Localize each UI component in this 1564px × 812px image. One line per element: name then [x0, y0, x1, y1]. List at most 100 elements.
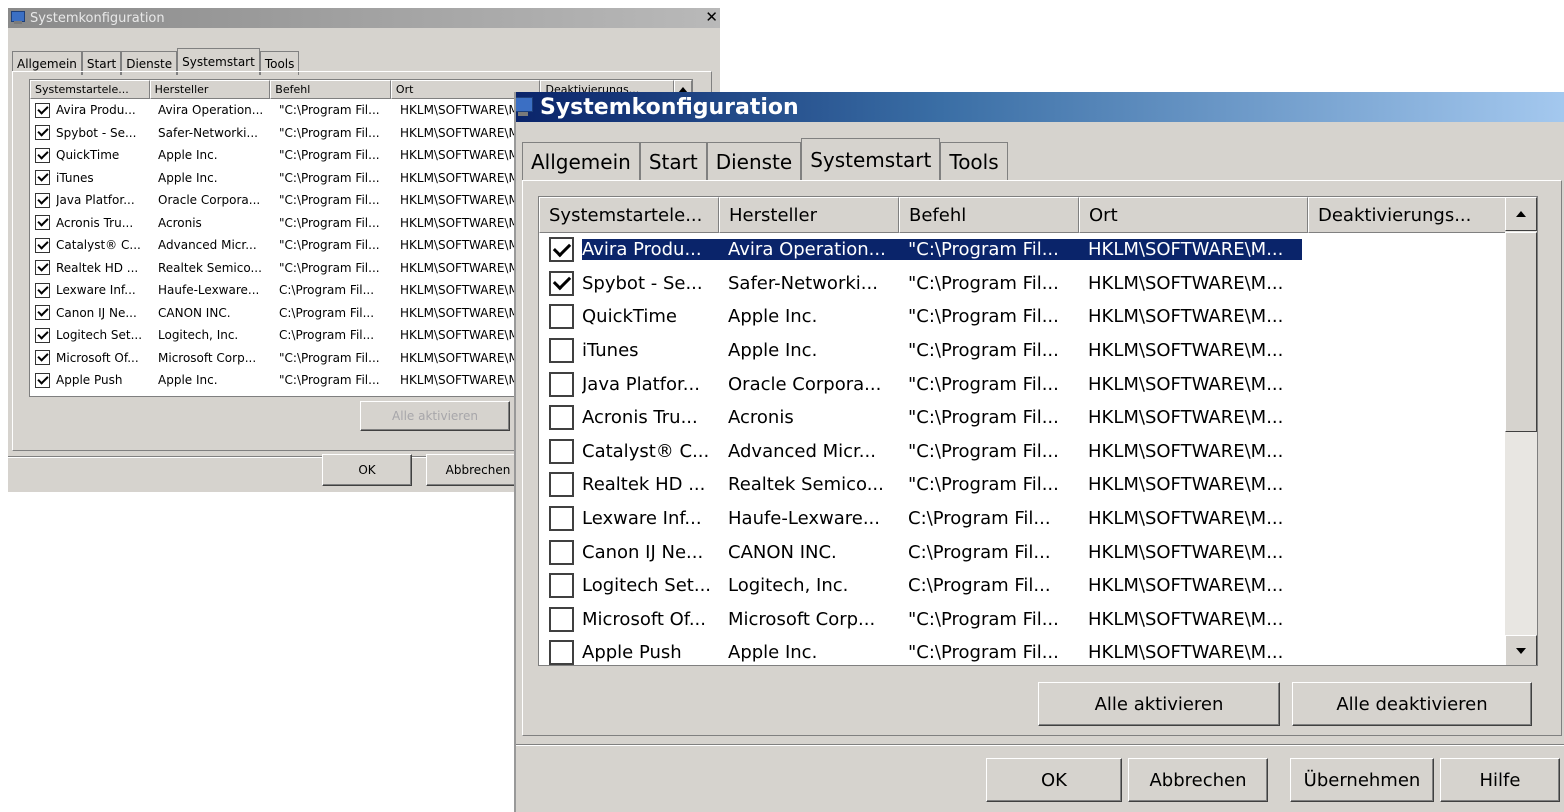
scroll-up-button[interactable]	[1505, 197, 1537, 231]
enable-checkbox[interactable]	[549, 573, 574, 599]
tab-allgemein[interactable]: Allgemein	[522, 142, 640, 180]
startup-row[interactable]: Avira Produ... Avira Operation... "C:\Prog…	[539, 233, 1537, 267]
startup-row[interactable]: Realtek HD ... Realtek Semico... "C:\Progr…	[539, 468, 1537, 502]
command-cell: "C:\Program Fil...	[908, 340, 1059, 362]
small-enable-checkbox[interactable]	[35, 305, 50, 321]
small-enable-checkbox[interactable]	[35, 350, 50, 366]
col-startup-item[interactable]: Systemstartele...	[539, 197, 719, 233]
small-manufacturer-cell: Apple Inc.	[158, 170, 218, 185]
small-enable-checkbox[interactable]	[35, 147, 50, 163]
startup-row[interactable]: Spybot - Se... Safer-Networki... "C:\Progr…	[539, 267, 1537, 301]
small-enable-checkbox[interactable]	[35, 170, 50, 186]
col-command[interactable]: Befehl	[899, 197, 1079, 233]
scroll-thumb[interactable]	[1505, 232, 1537, 432]
disable-all-button[interactable]: Alle deaktivieren	[1292, 682, 1532, 726]
enable-checkbox[interactable]	[549, 405, 574, 431]
startup-item-name: Catalyst® C...	[582, 440, 710, 462]
large-dialog-window: Systemkonfiguration Allgemein Start Dien…	[516, 92, 1564, 812]
vertical-scrollbar[interactable]	[1505, 197, 1537, 665]
small-enable-checkbox[interactable]	[35, 282, 50, 298]
startup-item-name: Apple Push	[582, 642, 682, 664]
check-mark-icon	[36, 103, 49, 115]
col-location[interactable]: Ort	[1079, 197, 1308, 233]
startup-item-name: Lexware Inf...	[582, 508, 702, 530]
startup-row[interactable]: Microsoft Of... Microsoft Corp... "C:\Prog…	[539, 603, 1537, 637]
enable-all-button[interactable]: Alle aktivieren	[1038, 682, 1280, 726]
location-cell: HKLM\SOFTWARE\M...	[1082, 239, 1302, 261]
large-title-bar[interactable]: Systemkonfiguration	[516, 92, 1564, 122]
tab-dienste[interactable]: Dienste	[706, 142, 802, 180]
startup-row[interactable]: iTunes Apple Inc. "C:\Program Fil... HKLM\S…	[539, 334, 1537, 368]
small-enable-checkbox[interactable]	[35, 372, 50, 388]
small-col-command[interactable]: Befehl	[270, 80, 391, 99]
small-title-bar[interactable]: Systemkonfiguration	[8, 8, 720, 28]
manufacturer-cell: Oracle Corpora...	[728, 373, 882, 395]
enable-checkbox[interactable]	[549, 506, 574, 532]
enable-checkbox[interactable]	[549, 371, 574, 397]
close-icon[interactable]: ✕	[705, 8, 718, 26]
tab-systemstart[interactable]: Systemstart	[801, 138, 941, 180]
check-mark-icon	[36, 170, 49, 182]
manufacturer-cell: Avira Operation...	[722, 239, 902, 261]
ok-button[interactable]: OK	[986, 758, 1122, 802]
apply-button[interactable]: Übernehmen	[1290, 758, 1434, 802]
col-manufacturer[interactable]: Hersteller	[719, 197, 899, 233]
msconfig-icon	[10, 10, 26, 26]
tab-tools[interactable]: Tools	[940, 142, 1008, 180]
enable-checkbox[interactable]	[549, 472, 574, 498]
enable-checkbox[interactable]	[549, 606, 574, 632]
list-header: Systemstartele... Hersteller Befehl Ort …	[539, 197, 1537, 233]
small-startup-item-name: Logitech Set...	[56, 328, 143, 343]
startup-row[interactable]: Logitech Set... Logitech, Inc. C:\Program …	[539, 569, 1537, 603]
small-enable-checkbox[interactable]	[35, 260, 50, 276]
tab-start[interactable]: Start	[639, 142, 707, 180]
small-ok-button[interactable]: OK	[322, 454, 412, 486]
col-disabled[interactable]: Deaktivierungs...	[1308, 197, 1507, 233]
manufacturer-cell: Logitech, Inc.	[728, 575, 849, 597]
small-command-cell: "C:\Program Fil...	[279, 350, 380, 365]
small-col-startup-item[interactable]: Systemstartele...	[30, 80, 150, 99]
help-button[interactable]: Hilfe	[1440, 758, 1560, 802]
enable-checkbox[interactable]	[549, 438, 574, 464]
scroll-down-button[interactable]	[1505, 635, 1537, 665]
command-cell: "C:\Program Fil...	[908, 272, 1059, 294]
startup-row[interactable]: Apple Push Apple Inc. "C:\Program Fil... HK…	[539, 636, 1537, 665]
small-enable-checkbox[interactable]	[35, 237, 50, 253]
arrow-down-icon	[1516, 648, 1526, 654]
small-command-cell: "C:\Program Fil...	[279, 373, 380, 388]
enable-checkbox[interactable]	[549, 640, 574, 665]
small-window-title: Systemkonfiguration	[30, 10, 165, 26]
enable-checkbox[interactable]	[549, 270, 574, 296]
small-col-manufacturer[interactable]: Hersteller	[149, 80, 271, 99]
startup-row[interactable]: Catalyst® C... Advanced Micr... "C:\Progra…	[539, 435, 1537, 469]
enable-checkbox[interactable]	[549, 237, 574, 263]
startup-row[interactable]: QuickTime Apple Inc. "C:\Program Fil... HKL…	[539, 300, 1537, 334]
small-enable-checkbox[interactable]	[35, 215, 50, 231]
enable-checkbox[interactable]	[549, 338, 574, 364]
small-enable-checkbox[interactable]	[35, 327, 50, 343]
command-cell: "C:\Program Fil...	[908, 608, 1059, 630]
startup-item-name: Avira Produ...	[582, 239, 722, 261]
small-cancel-button[interactable]: Abbrechen	[426, 454, 530, 486]
startup-row[interactable]: Canon IJ Ne... CANON INC. C:\Program Fil..…	[539, 535, 1537, 569]
check-mark-icon	[36, 125, 49, 137]
small-enable-all-button[interactable]: Alle aktivieren	[360, 401, 510, 431]
enable-checkbox[interactable]	[549, 539, 574, 565]
cancel-button[interactable]: Abbrechen	[1128, 758, 1268, 802]
command-cell: "C:\Program Fil...	[908, 440, 1059, 462]
small-startup-item-name: Lexware Inf...	[56, 283, 136, 298]
small-enable-checkbox[interactable]	[35, 192, 50, 208]
check-mark-icon	[36, 193, 49, 205]
command-cell: "C:\Program Fil...	[908, 474, 1059, 496]
startup-row[interactable]: Java Platfor... Oracle Corpora... "C:\Prog…	[539, 367, 1537, 401]
small-enable-checkbox[interactable]	[35, 125, 50, 141]
check-mark-icon	[36, 260, 49, 272]
small-startup-item-name: iTunes	[56, 170, 94, 185]
enable-checkbox[interactable]	[549, 304, 574, 330]
small-startup-item-name: Acronis Tru...	[56, 215, 134, 230]
startup-row[interactable]: Lexware Inf... Haufe-Lexware... C:\Program…	[539, 502, 1537, 536]
small-startup-item-name: Canon IJ Ne...	[56, 305, 137, 320]
small-manufacturer-cell: Microsoft Corp...	[158, 350, 257, 365]
startup-row[interactable]: Acronis Tru... Acronis "C:\Program Fil... H…	[539, 401, 1537, 435]
small-enable-checkbox[interactable]	[35, 102, 50, 118]
